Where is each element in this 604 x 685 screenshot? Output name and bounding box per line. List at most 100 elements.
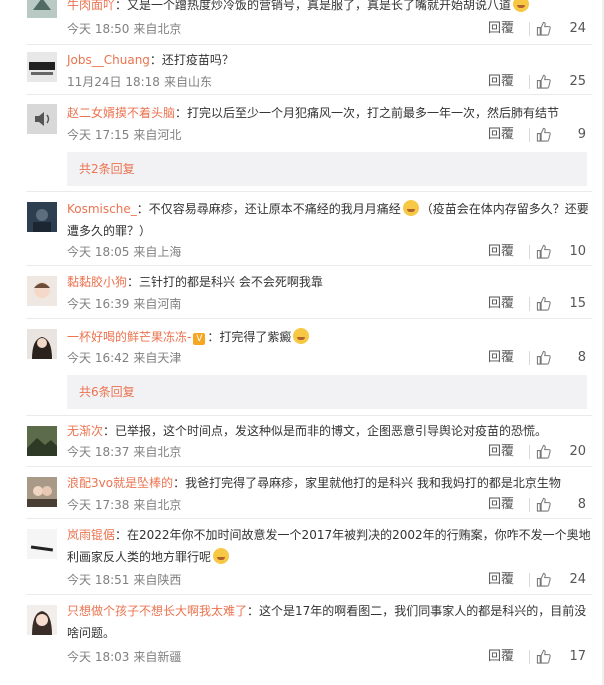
thumbs-up-icon xyxy=(536,21,551,36)
comment-time: 今天 17:38 xyxy=(67,498,130,512)
comment-text: 岚雨锟倨：在2022年你不加时间故意发一个2017年被判决的2002年的行贿案，… xyxy=(67,524,592,568)
comment-time: 今天 18:05 xyxy=(67,245,130,259)
comment-time: 今天 18:37 xyxy=(67,445,130,459)
divider xyxy=(529,650,530,664)
thumbs-up-icon xyxy=(536,74,551,89)
verified-badge-icon: V xyxy=(193,333,206,345)
more-replies[interactable]: 共6条回复 xyxy=(67,375,587,409)
avatar[interactable] xyxy=(27,52,57,82)
comment-meta: 今天 18:03 来自新疆 xyxy=(67,649,181,665)
comment-location: 来自新疆 xyxy=(133,650,182,664)
divider xyxy=(529,245,530,259)
comment-actions: 回覆 24 xyxy=(446,21,586,37)
comment-body: ：又是一个蹭热度炒冷饭的营销号，真是服了，真是长了嘴就开始胡说八道 xyxy=(115,0,512,12)
comment-username[interactable]: 一杯好喝的鲜芒果冻冻- xyxy=(67,330,191,344)
reply-button[interactable]: 回覆 xyxy=(474,244,514,260)
like-button[interactable]: 8 xyxy=(534,350,586,366)
avatar[interactable] xyxy=(27,276,57,306)
avatar[interactable] xyxy=(27,329,57,359)
thumbs-up-icon xyxy=(536,244,551,259)
divider xyxy=(529,498,530,512)
like-button[interactable]: 15 xyxy=(534,296,586,312)
comment-time: 今天 16:42 xyxy=(67,351,130,365)
comment-text: 牛肉面吖：又是一个蹭热度炒冷饭的营销号，真是服了，真是长了嘴就开始胡说八道 xyxy=(67,0,592,16)
comment-meta: 今天 18:05 来自上海 xyxy=(67,244,181,260)
like-button[interactable]: 24 xyxy=(534,572,586,588)
comment-meta: 今天 16:42 来自天津 xyxy=(67,350,181,366)
comment-body: ：在2022年你不加时间故意发一个2017年被判决的2002年的行贿案，你咋不发… xyxy=(67,528,591,564)
comment-body: ：打完得了紫癜 xyxy=(207,330,292,344)
comment-username[interactable]: 岚雨锟倨 xyxy=(67,528,115,542)
reply-button[interactable]: 回覆 xyxy=(474,649,514,665)
comment-time: 11月24日 18:18 xyxy=(67,75,160,89)
comment-location: 来自陕西 xyxy=(133,573,182,587)
comment-time: 今天 18:51 xyxy=(67,573,130,587)
comment-username[interactable]: 赵二女婿摸不着头脑 xyxy=(67,106,175,120)
reply-button[interactable]: 回覆 xyxy=(474,497,514,513)
comment-body: ：三针打的都是科兴 会不会死啊我靠 xyxy=(127,275,323,289)
avatar[interactable] xyxy=(27,202,57,232)
like-button[interactable]: 8 xyxy=(534,497,586,513)
avatar[interactable] xyxy=(27,104,57,134)
smile-emoji-icon xyxy=(213,548,230,564)
comment-username[interactable]: Jobs__Chuang xyxy=(67,53,150,67)
comment-actions: 回覆 10 xyxy=(446,244,586,260)
smile-emoji-icon xyxy=(402,200,419,216)
avatar[interactable] xyxy=(27,477,57,507)
avatar[interactable] xyxy=(27,605,57,635)
comment-text: 只想做个孩子不想长大啊我太难了：这个是17年的啊看图二，我们同事家人的都是科兴的… xyxy=(67,600,592,644)
comment-text: 浪配3vo就是坠棒的：我爸打完得了尋麻疹，家里就他打的是科兴 我和我妈打的都是北… xyxy=(67,472,592,494)
like-button[interactable]: 20 xyxy=(534,444,586,460)
comment-body: ：我爸打完得了尋麻疹，家里就他打的是科兴 我和我妈打的都是北京生物 xyxy=(173,476,561,490)
comment-time: 今天 18:03 xyxy=(67,650,130,664)
comment-username[interactable]: 黏黏胶小狗 xyxy=(67,275,127,289)
comment-location: 来自上海 xyxy=(133,245,182,259)
like-button[interactable]: 25 xyxy=(534,74,586,90)
divider xyxy=(26,318,592,319)
comment-username[interactable]: Kosmische_ xyxy=(67,202,137,216)
divider xyxy=(529,297,530,311)
like-count: 24 xyxy=(569,572,586,587)
divider xyxy=(529,22,530,36)
divider xyxy=(26,594,592,595)
divider xyxy=(529,128,530,142)
avatar[interactable] xyxy=(27,0,57,18)
reply-button[interactable]: 回覆 xyxy=(474,296,514,312)
comment-text: Jobs__Chuang：还打疫苗吗？ xyxy=(67,49,592,71)
comment-text: Kosmische_：不仅容易尋麻疹，还让原本不痛经的我月月痛经 （疫苗会在体内存… xyxy=(67,198,592,242)
avatar[interactable] xyxy=(27,529,57,559)
like-button[interactable]: 10 xyxy=(534,244,586,260)
comment-time: 今天 17:15 xyxy=(67,128,130,142)
like-count: 25 xyxy=(569,74,586,89)
like-button[interactable]: 17 xyxy=(534,649,586,665)
thumbs-up-icon xyxy=(536,497,551,512)
divider xyxy=(26,466,592,467)
like-count: 10 xyxy=(569,244,586,259)
thumbs-up-icon xyxy=(536,350,551,365)
comment-location: 来自山东 xyxy=(163,75,212,89)
divider xyxy=(529,351,530,365)
reply-button[interactable]: 回覆 xyxy=(474,572,514,588)
comment-time: 今天 16:39 xyxy=(67,297,130,311)
more-replies-link[interactable]: 共2条回复 xyxy=(79,162,135,176)
comment-username[interactable]: 无渐次 xyxy=(67,424,103,438)
comment-username[interactable]: 浪配3vo就是坠棒的 xyxy=(67,476,173,490)
comment-text: 一杯好喝的鲜芒果冻冻- V ：打完得了紫癜 xyxy=(67,326,592,348)
thumbs-up-icon xyxy=(536,127,551,142)
thumbs-up-icon xyxy=(536,296,551,311)
avatar[interactable] xyxy=(27,426,57,456)
like-button[interactable]: 9 xyxy=(534,127,586,143)
divider xyxy=(26,415,592,416)
comment-meta: 今天 16:39 来自河南 xyxy=(67,296,181,312)
like-button[interactable]: 24 xyxy=(534,21,586,37)
comment-username[interactable]: 只想做个孩子不想长大啊我太难了 xyxy=(67,604,247,618)
reply-button[interactable]: 回覆 xyxy=(474,127,514,143)
comment-username[interactable]: 牛肉面吖 xyxy=(67,0,115,12)
more-replies-link[interactable]: 共6条回复 xyxy=(79,385,135,399)
reply-button[interactable]: 回覆 xyxy=(474,444,514,460)
reply-button[interactable]: 回覆 xyxy=(474,74,514,90)
reply-button[interactable]: 回覆 xyxy=(474,21,514,37)
more-replies[interactable]: 共2条回复 xyxy=(67,152,587,186)
like-count: 20 xyxy=(569,444,586,459)
reply-button[interactable]: 回覆 xyxy=(474,350,514,366)
